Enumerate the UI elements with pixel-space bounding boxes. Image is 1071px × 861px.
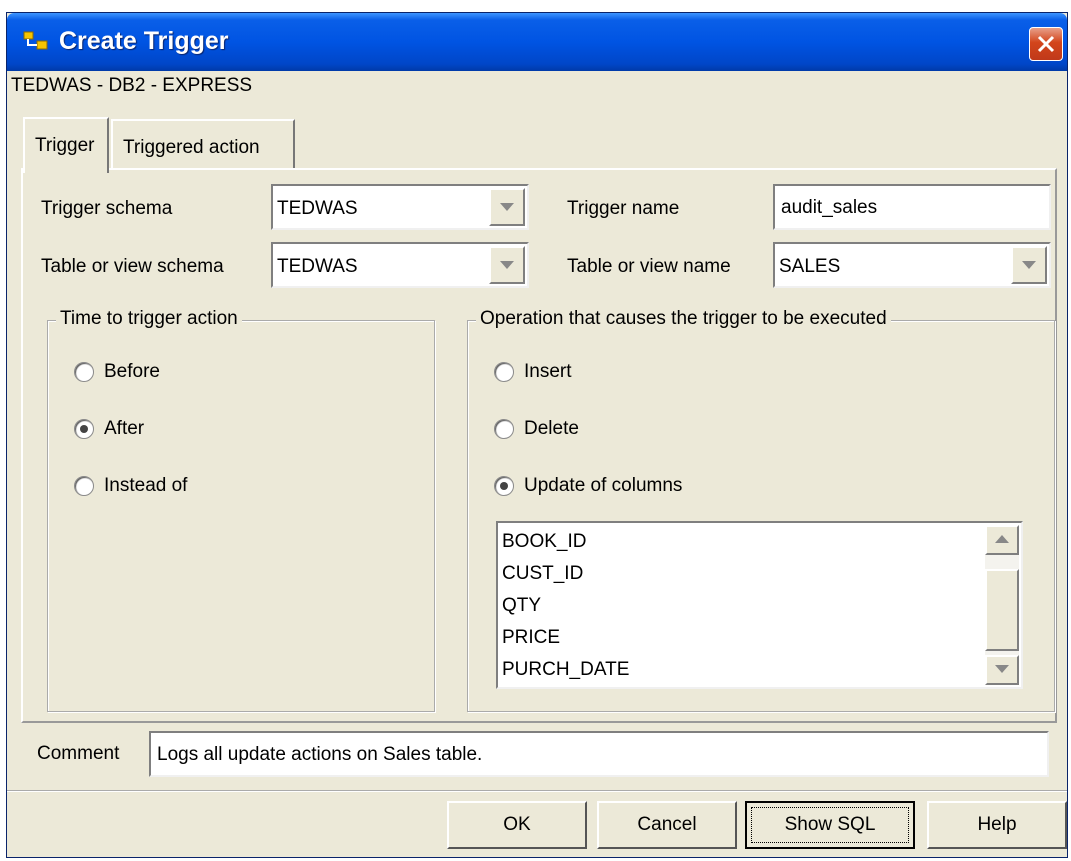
list-item[interactable]: PRICE	[502, 627, 560, 649]
radio-circle	[74, 418, 94, 439]
trigger-tab-panel: Trigger schema TEDWAS Trigger name Table…	[21, 168, 1057, 723]
radio-update-of-columns[interactable]: Update of columns	[494, 475, 682, 497]
trigger-app-icon	[23, 31, 48, 50]
create-trigger-dialog: Create Trigger TEDWAS - DB2 - EXPRESS Tr…	[6, 12, 1068, 858]
trigger-name-input[interactable]	[779, 196, 1044, 220]
comment-label: Comment	[37, 743, 120, 764]
chevron-down-icon	[500, 203, 514, 211]
list-item[interactable]: QTY	[502, 595, 541, 617]
arrow-down-icon	[995, 665, 1009, 673]
trigger-name-label: Trigger name	[567, 198, 680, 219]
table-schema-value: TEDWAS	[277, 256, 358, 277]
trigger-schema-label: Trigger schema	[41, 198, 173, 219]
time-to-trigger-group: Time to trigger action Before After Inst…	[47, 308, 435, 712]
columns-listbox[interactable]: BOOK_ID CUST_ID QTY PRICE PURCH_DATE	[496, 521, 1023, 689]
table-name-value: SALES	[779, 256, 841, 277]
title-bar[interactable]: Create Trigger	[7, 13, 1067, 71]
table-schema-label: Table or view schema	[41, 256, 224, 277]
vertical-scrollbar[interactable]	[985, 525, 1019, 685]
list-item[interactable]: BOOK_ID	[502, 531, 586, 553]
radio-delete[interactable]: Delete	[494, 418, 579, 440]
scroll-up-button[interactable]	[985, 525, 1019, 555]
table-name-dropdown-button[interactable]	[1011, 246, 1047, 284]
list-item[interactable]: CUST_ID	[502, 563, 583, 585]
radio-instead-of-label: Instead of	[104, 475, 188, 496]
list-item[interactable]: PURCH_DATE	[502, 659, 629, 681]
radio-after[interactable]: After	[74, 418, 144, 440]
ok-button[interactable]: OK	[447, 801, 587, 849]
show-sql-button[interactable]: Show SQL	[745, 801, 915, 849]
connection-label: TEDWAS - DB2 - EXPRESS	[11, 75, 253, 96]
trigger-schema-dropdown-button[interactable]	[489, 188, 525, 226]
comment-input[interactable]	[155, 743, 1011, 767]
radio-delete-label: Delete	[524, 418, 579, 439]
comment-field[interactable]	[149, 731, 1049, 777]
radio-circle	[494, 361, 514, 382]
operation-title: Operation that causes the trigger to be …	[476, 308, 891, 330]
radio-after-label: After	[104, 418, 145, 439]
table-name-label: Table or view name	[567, 256, 731, 277]
radio-circle	[74, 475, 94, 496]
window-title: Create Trigger	[59, 27, 229, 55]
radio-before-label: Before	[104, 361, 160, 382]
time-to-trigger-title: Time to trigger action	[56, 308, 242, 330]
table-schema-combo[interactable]: TEDWAS	[271, 242, 529, 288]
radio-insert[interactable]: Insert	[494, 361, 572, 383]
chevron-down-icon	[1022, 261, 1036, 269]
radio-circle	[494, 418, 514, 439]
scroll-thumb[interactable]	[985, 569, 1019, 651]
tab-triggered-action[interactable]: Triggered action	[111, 119, 295, 169]
chevron-down-icon	[500, 261, 514, 269]
radio-selected-dot	[80, 424, 88, 433]
scroll-down-button[interactable]	[985, 655, 1019, 685]
radio-circle	[74, 361, 94, 382]
table-name-combo[interactable]: SALES	[773, 242, 1051, 288]
radio-insert-label: Insert	[524, 361, 572, 382]
table-schema-dropdown-button[interactable]	[489, 246, 525, 284]
trigger-schema-combo[interactable]: TEDWAS	[271, 184, 529, 230]
close-icon	[1037, 35, 1055, 53]
footer-divider	[7, 790, 1067, 792]
cancel-button[interactable]: Cancel	[597, 801, 737, 849]
operation-group: Operation that causes the trigger to be …	[467, 308, 1055, 712]
trigger-schema-value: TEDWAS	[277, 198, 358, 219]
radio-instead-of[interactable]: Instead of	[74, 475, 187, 497]
close-button[interactable]	[1029, 27, 1063, 61]
radio-selected-dot	[500, 481, 508, 490]
arrow-up-icon	[995, 535, 1009, 543]
help-button[interactable]: Help	[927, 801, 1067, 849]
radio-circle	[494, 475, 514, 496]
radio-update-label: Update of columns	[524, 475, 683, 496]
trigger-name-field[interactable]	[773, 184, 1051, 230]
tab-trigger[interactable]: Trigger	[23, 117, 109, 173]
radio-before[interactable]: Before	[74, 361, 160, 383]
